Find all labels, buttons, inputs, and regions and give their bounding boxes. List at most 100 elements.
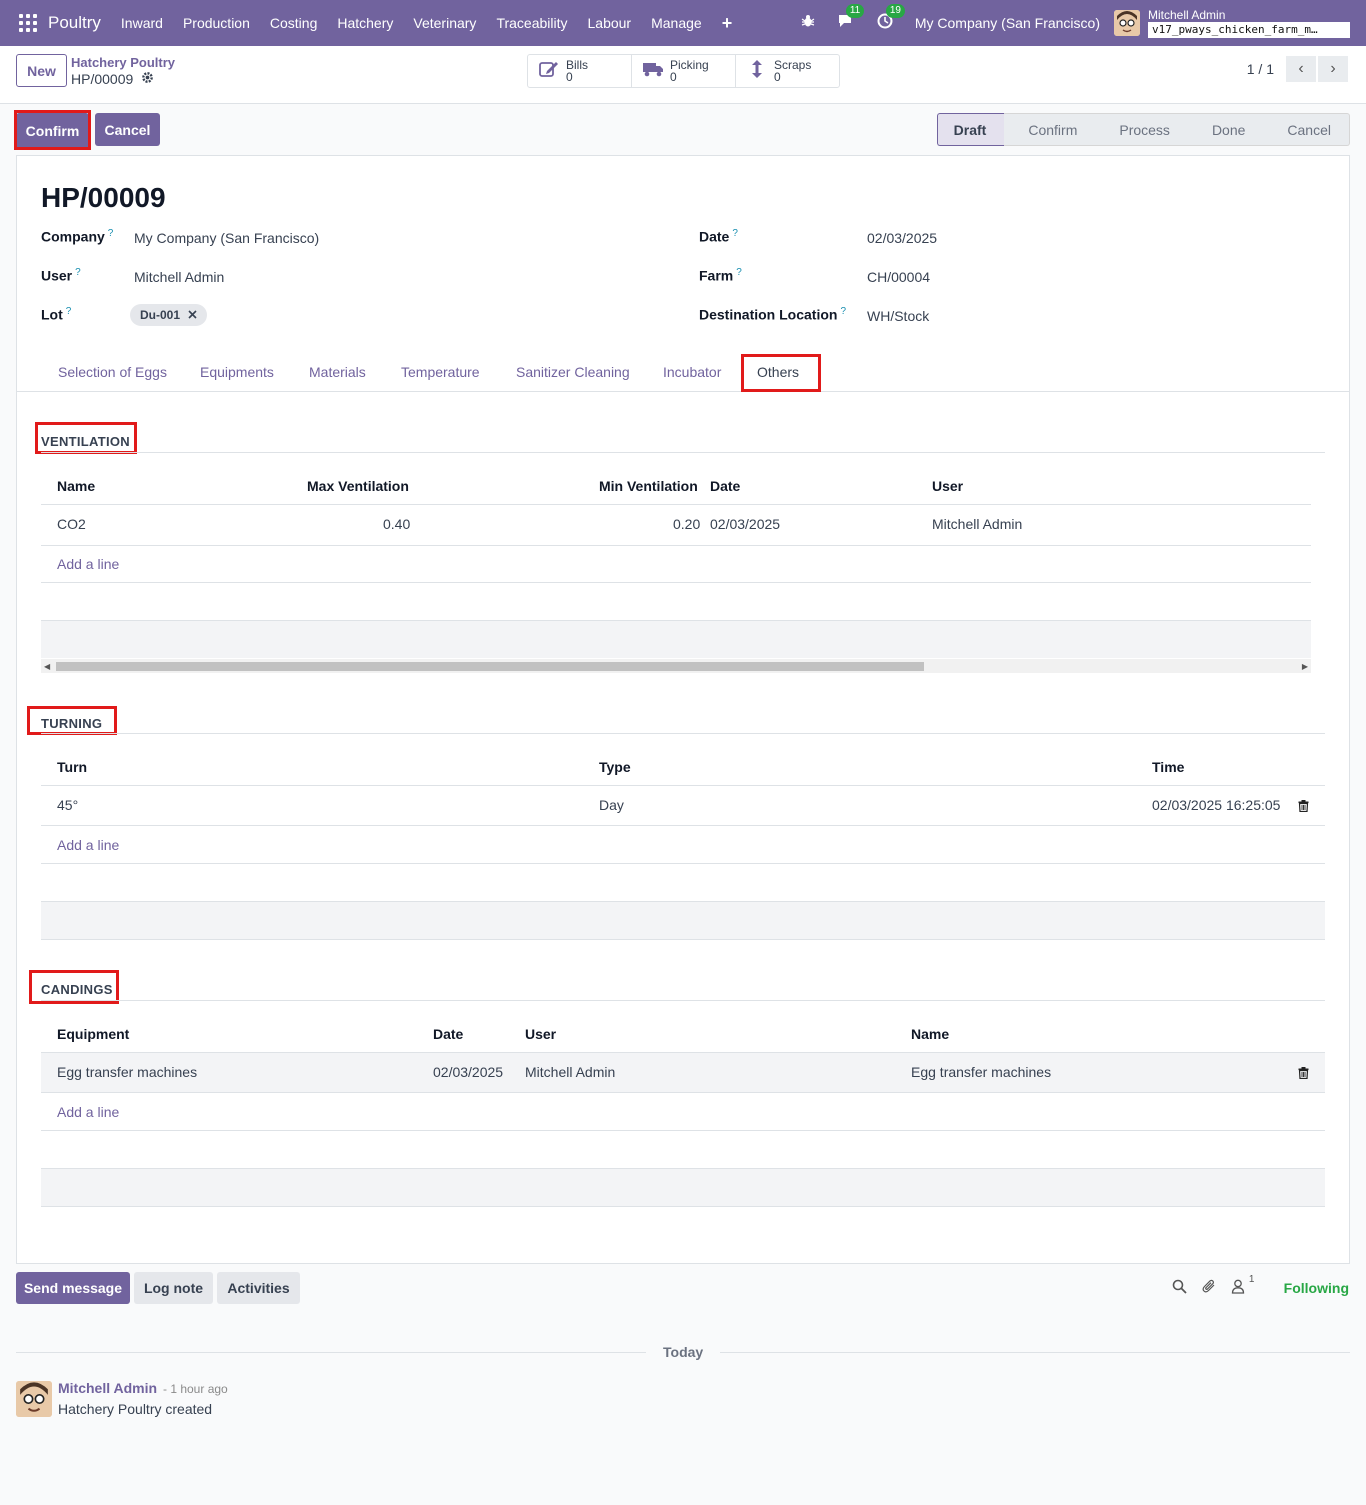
stage-process[interactable]: Process	[1095, 113, 1188, 146]
followers-button[interactable]: 1	[1231, 1274, 1254, 1297]
menu-labour[interactable]: Labour	[578, 15, 642, 31]
user-menu[interactable]: Mitchell Admin v17_pways_chicken_farm_m…	[1148, 8, 1350, 38]
col-date[interactable]: Date	[433, 1026, 463, 1042]
stage-done[interactable]: Done	[1187, 113, 1264, 146]
candings-date-cell[interactable]: 02/03/2025	[433, 1064, 503, 1080]
help-icon[interactable]: ?	[736, 267, 742, 278]
empty-row	[41, 1169, 1325, 1206]
scraps-smart-button[interactable]: Scraps 0	[736, 55, 839, 87]
company-field[interactable]: My Company (San Francisco)	[134, 230, 319, 246]
ventilation-max-cell[interactable]: 0.40	[383, 516, 410, 532]
table-row[interactable]	[41, 1053, 1325, 1092]
gear-icon[interactable]	[141, 71, 154, 87]
tab-incubator[interactable]: Incubator	[663, 364, 721, 380]
col-date[interactable]: Date	[710, 478, 740, 494]
tab-selection-of-eggs[interactable]: Selection of Eggs	[58, 364, 167, 380]
col-user[interactable]: User	[525, 1026, 556, 1042]
ventilation-name-cell[interactable]: CO2	[57, 516, 86, 532]
search-icon[interactable]	[1172, 1279, 1187, 1297]
ventilation-add-line-link[interactable]: Add a line	[57, 556, 119, 572]
menu-traceability[interactable]: Traceability	[486, 15, 577, 31]
col-max-ventilation[interactable]: Max Ventilation	[307, 478, 409, 494]
candings-user-cell[interactable]: Mitchell Admin	[525, 1064, 615, 1080]
author-avatar[interactable]	[16, 1381, 52, 1417]
bug-icon[interactable]	[801, 14, 815, 32]
col-min-ventilation[interactable]: Min Ventilation	[599, 478, 698, 494]
horizontal-scrollbar[interactable]: ◀ ▶	[41, 659, 1311, 673]
candings-add-line-link[interactable]: Add a line	[57, 1104, 119, 1120]
app-name[interactable]: Poultry	[48, 13, 101, 33]
ventilation-user-cell[interactable]: Mitchell Admin	[932, 516, 1022, 532]
help-icon[interactable]: ?	[108, 228, 114, 239]
bills-smart-button[interactable]: Bills 0	[528, 55, 632, 87]
help-icon[interactable]: ?	[75, 267, 81, 278]
help-icon[interactable]: ?	[840, 306, 846, 317]
col-equipment[interactable]: Equipment	[57, 1026, 129, 1042]
scroll-left-icon[interactable]: ◀	[44, 662, 50, 671]
stage-cancel[interactable]: Cancel	[1263, 113, 1350, 146]
turning-time-cell[interactable]: 02/03/2025 16:25:05	[1152, 797, 1280, 813]
pager-previous-button[interactable]: ‹	[1286, 56, 1316, 82]
user-field[interactable]: Mitchell Admin	[134, 269, 224, 285]
tab-materials[interactable]: Materials	[309, 364, 366, 380]
scrollbar-thumb[interactable]	[56, 662, 924, 671]
close-icon[interactable]	[188, 308, 197, 322]
send-message-button[interactable]: Send message	[16, 1272, 130, 1304]
scroll-right-icon[interactable]: ▶	[1302, 662, 1308, 671]
tab-others[interactable]: Others	[757, 364, 799, 380]
menu-production[interactable]: Production	[173, 15, 260, 31]
col-name[interactable]: Name	[57, 478, 95, 494]
menu-hatchery[interactable]: Hatchery	[327, 15, 403, 31]
paperclip-icon[interactable]	[1202, 1279, 1217, 1297]
picking-smart-button[interactable]: Picking 0	[632, 55, 736, 87]
apps-menu-icon[interactable]	[16, 11, 40, 35]
clock-icon[interactable]: 19	[877, 4, 905, 33]
ventilation-date-cell[interactable]: 02/03/2025	[710, 516, 780, 532]
turning-add-line-link[interactable]: Add a line	[57, 837, 119, 853]
chat-icon[interactable]: 11	[837, 4, 865, 33]
candings-name-cell[interactable]: Egg transfer machines	[911, 1064, 1051, 1080]
tab-equipments[interactable]: Equipments	[200, 364, 274, 380]
col-time[interactable]: Time	[1152, 759, 1184, 775]
help-icon[interactable]: ?	[732, 228, 738, 239]
trash-icon[interactable]	[1298, 800, 1309, 815]
date-field[interactable]: 02/03/2025	[867, 230, 937, 246]
turning-turn-cell[interactable]: 45°	[57, 797, 78, 813]
trash-icon[interactable]	[1298, 1067, 1309, 1082]
cancel-button[interactable]: Cancel	[95, 113, 160, 146]
confirm-button[interactable]: Confirm	[16, 113, 89, 148]
menu-veterinary[interactable]: Veterinary	[403, 15, 486, 31]
tab-sanitizer-cleaning[interactable]: Sanitizer Cleaning	[516, 364, 630, 380]
breadcrumb-current: HP/00009	[71, 71, 154, 87]
menu-manage[interactable]: Manage	[641, 15, 712, 31]
pager-value[interactable]: 1 / 1	[1247, 61, 1274, 77]
farm-field[interactable]: CH/00004	[867, 269, 930, 285]
scraps-value: 0	[774, 70, 781, 84]
activities-button[interactable]: Activities	[217, 1272, 300, 1304]
new-button[interactable]: New	[16, 54, 67, 87]
ventilation-min-cell[interactable]: 0.20	[673, 516, 700, 532]
destination-location-field[interactable]: WH/Stock	[867, 308, 929, 324]
plus-icon[interactable]: +	[712, 13, 743, 34]
help-icon[interactable]: ?	[66, 306, 72, 317]
row-divider	[41, 1130, 1325, 1131]
menu-costing[interactable]: Costing	[260, 15, 327, 31]
col-type[interactable]: Type	[599, 759, 631, 775]
pager-next-button[interactable]: ›	[1318, 56, 1348, 82]
col-user[interactable]: User	[932, 478, 963, 494]
log-note-button[interactable]: Log note	[134, 1272, 213, 1304]
col-turn[interactable]: Turn	[57, 759, 87, 775]
following-button[interactable]: Following	[1284, 1280, 1349, 1296]
turning-type-cell[interactable]: Day	[599, 797, 624, 813]
user-avatar[interactable]	[1114, 10, 1140, 36]
stage-draft[interactable]: Draft	[936, 113, 1005, 146]
stage-confirm[interactable]: Confirm	[1004, 113, 1096, 146]
candings-equipment-cell[interactable]: Egg transfer machines	[57, 1064, 197, 1080]
smart-buttons: Bills 0 Picking 0 Scraps 0	[527, 54, 840, 88]
tab-temperature[interactable]: Temperature	[401, 364, 480, 380]
col-name[interactable]: Name	[911, 1026, 949, 1042]
menu-inward[interactable]: Inward	[111, 15, 173, 31]
company-switcher[interactable]: My Company (San Francisco)	[915, 15, 1100, 31]
breadcrumb-parent[interactable]: Hatchery Poultry	[71, 55, 175, 70]
message-author[interactable]: Mitchell Admin	[58, 1380, 157, 1396]
